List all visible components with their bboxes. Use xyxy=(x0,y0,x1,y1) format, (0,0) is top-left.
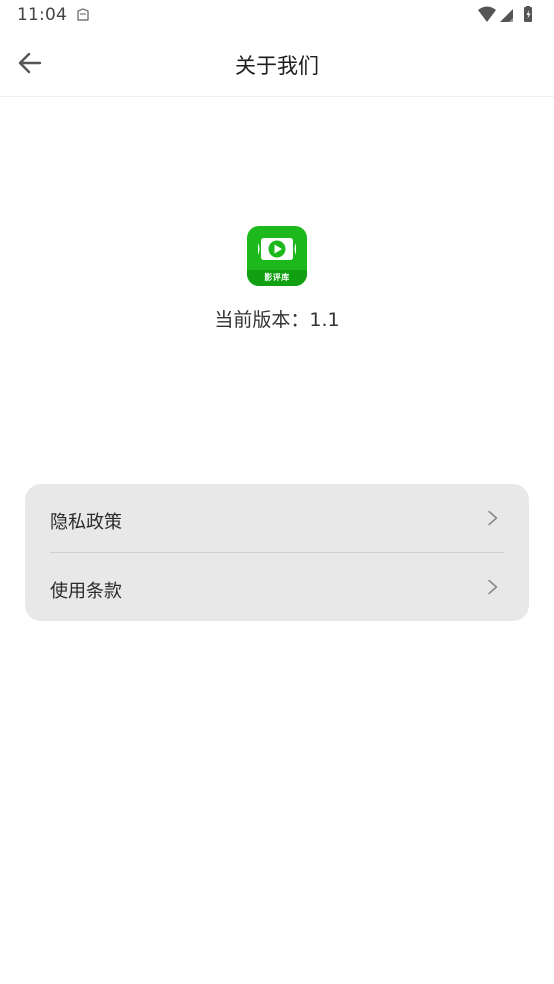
chevron-right-icon xyxy=(488,579,498,595)
menu-card: 隐私政策 使用条款 xyxy=(25,484,529,621)
battery-icon xyxy=(524,6,532,22)
status-bar: 11:04 xyxy=(0,0,554,30)
wifi-icon xyxy=(478,6,496,22)
notification-icon xyxy=(75,7,91,23)
app-logo-label: 影评库 xyxy=(264,273,290,282)
app-logo: 影评库 xyxy=(247,226,307,286)
chevron-right-icon xyxy=(488,510,498,526)
status-time: 11:04 xyxy=(17,5,67,25)
status-icons xyxy=(476,6,536,24)
privacy-policy-item[interactable]: 隐私政策 xyxy=(50,484,504,552)
page-title: 关于我们 xyxy=(235,54,319,78)
terms-of-use-label: 使用条款 xyxy=(50,581,122,602)
version-text: 当前版本：1.1 xyxy=(214,309,340,331)
terms-of-use-item[interactable]: 使用条款 xyxy=(50,553,504,621)
privacy-policy-label: 隐私政策 xyxy=(50,512,122,533)
video-play-icon xyxy=(258,238,296,260)
app-bar: 关于我们 xyxy=(0,30,554,97)
signal-icon xyxy=(500,9,513,22)
